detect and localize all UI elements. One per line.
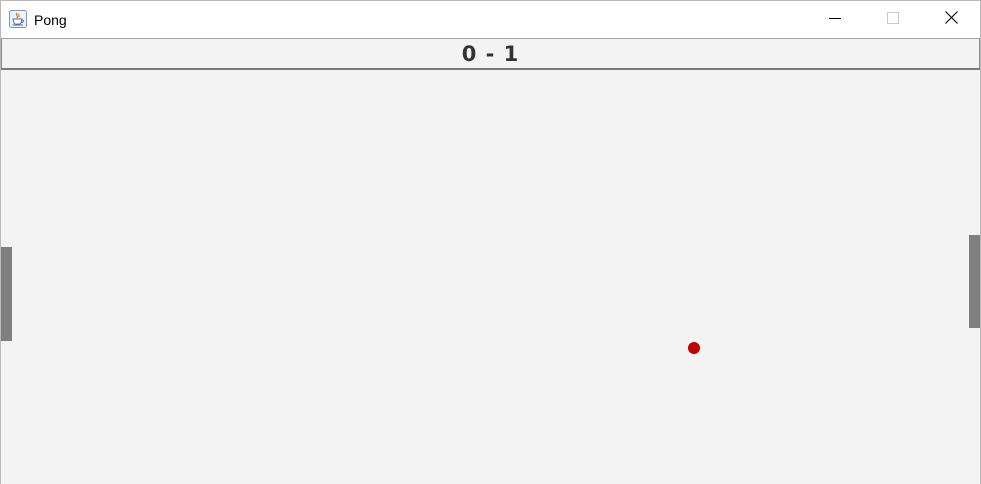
left-paddle — [1, 247, 12, 341]
game-field[interactable] — [1, 70, 980, 484]
close-button[interactable] — [928, 1, 974, 38]
score-display: 0 - 1 — [461, 41, 520, 66]
scoreboard: 0 - 1 — [1, 38, 980, 70]
close-icon — [944, 10, 958, 29]
ball — [688, 342, 700, 354]
title-bar[interactable]: Pong — [1, 1, 980, 38]
app-window: Pong 0 - 1 — [0, 0, 981, 484]
java-cup-icon[interactable] — [9, 10, 27, 28]
window-title: Pong — [34, 12, 67, 28]
maximize-icon — [887, 11, 899, 29]
maximize-button[interactable] — [870, 1, 916, 38]
minimize-button[interactable] — [812, 1, 858, 38]
minimize-icon — [829, 11, 841, 29]
right-paddle — [969, 235, 980, 328]
